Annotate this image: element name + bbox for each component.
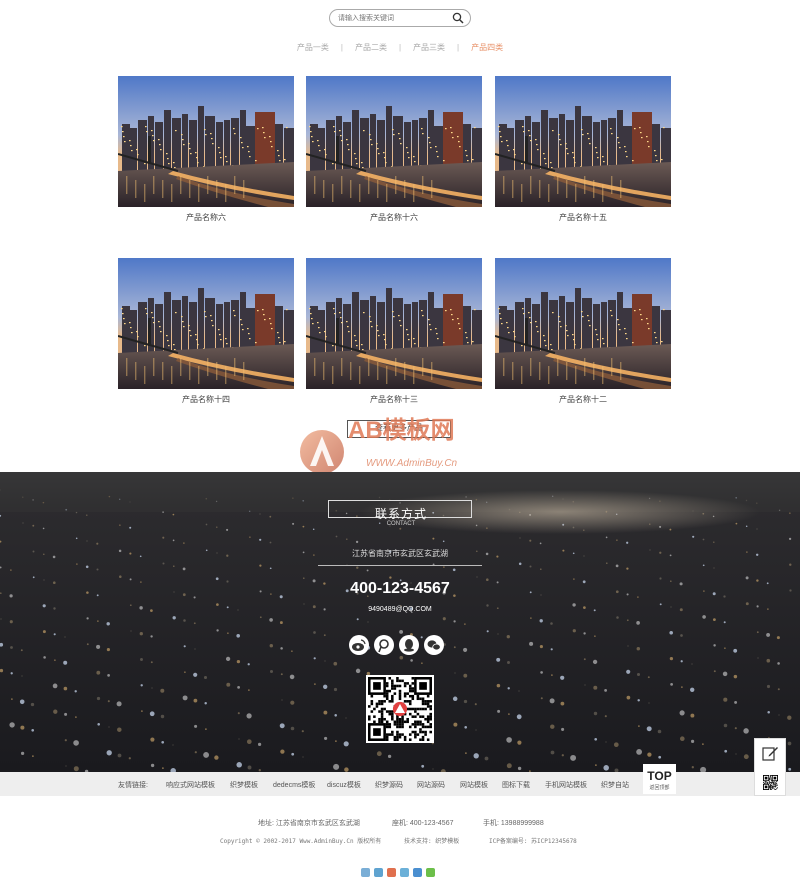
share-qzone-icon[interactable] — [361, 868, 370, 877]
category-tab-2[interactable]: 产品二类 — [343, 42, 399, 53]
category-tab-1[interactable]: 产品一类 — [285, 42, 341, 53]
contact-email: 9490489@QQ.COM — [368, 606, 432, 613]
contact-address: 江苏省南京市玄武区玄武湖 — [318, 548, 482, 566]
side-float-panel — [754, 738, 786, 796]
product-name[interactable]: 产品名称十五 — [495, 212, 671, 223]
product-card[interactable]: 产品名称六 — [118, 76, 294, 223]
search-icon[interactable] — [452, 12, 464, 24]
product-card[interactable]: 产品名称十四 — [118, 258, 294, 405]
watermark-logo: AB模板网 WWW.AdminBuy.Cn — [300, 417, 458, 474]
share-renren-icon[interactable] — [400, 868, 409, 877]
product-image[interactable] — [118, 76, 294, 207]
social-icons — [349, 635, 449, 655]
product-card[interactable]: 产品名称十五 — [495, 76, 671, 223]
contact-subtitle: CONTACT — [386, 521, 416, 527]
contact-section: 联系方式 CONTACT 江苏省南京市玄武区玄武湖 400-123-4567 9… — [0, 472, 800, 772]
footer-mobile: 手机: 13988999988 — [483, 820, 544, 827]
friend-link[interactable]: 织梦源码 — [375, 780, 403, 790]
footer-icp: ICP备案编号: 苏ICP12345678 — [489, 838, 577, 845]
contact-title: 联系方式 — [374, 507, 427, 521]
watermark-url: WWW.AdminBuy.Cn — [366, 458, 458, 469]
weibo-icon[interactable] — [349, 635, 369, 655]
top-label: TOP — [647, 769, 672, 783]
category-nav: 产品一类 | 产品二类 | 产品三类 | 产品四类 — [0, 42, 800, 53]
friend-link[interactable]: 织梦模板 — [230, 780, 258, 790]
share-weibo-icon[interactable] — [387, 868, 396, 877]
category-tab-3[interactable]: 产品三类 — [401, 42, 457, 53]
search-box — [329, 9, 471, 27]
back-to-top-button[interactable]: TOP 返回顶部 — [643, 764, 676, 794]
friend-link[interactable]: 织梦自站 — [601, 780, 629, 790]
product-name[interactable]: 产品名称十三 — [306, 394, 482, 405]
friend-links-bar: 友情链接: 响应式网站模板 织梦模板 dedecms模板 discuz模板 织梦… — [0, 772, 800, 796]
qr-code-icon[interactable] — [761, 773, 780, 792]
friend-links-label: 友情链接: — [118, 782, 148, 789]
product-image[interactable] — [306, 258, 482, 389]
friend-link[interactable]: 响应式网站模板 — [166, 780, 215, 790]
share-douban-icon[interactable] — [413, 868, 422, 877]
product-image[interactable] — [118, 258, 294, 389]
friend-link[interactable]: dedecms模板 — [273, 780, 315, 790]
friend-link[interactable]: 网站源码 — [417, 780, 445, 790]
product-name[interactable]: 产品名称十六 — [306, 212, 482, 223]
watermark-brand: AB模板网 — [348, 417, 455, 444]
friend-link[interactable]: 网站模板 — [460, 780, 488, 790]
footer-copyright: Copyright © 2002-2017 Www.AdminBuy.Cn 版权… — [220, 838, 382, 845]
contact-phone: 400-123-4567 — [350, 580, 450, 597]
search-input[interactable] — [338, 12, 448, 25]
footer-tel: 座机: 400-123-4567 — [392, 820, 454, 827]
friend-link[interactable]: 手机网站模板 — [545, 780, 587, 790]
footer-tech-support: 技术支持: 织梦模板 — [404, 838, 460, 845]
product-image[interactable] — [495, 258, 671, 389]
product-card[interactable]: 产品名称十六 — [306, 76, 482, 223]
friend-link[interactable]: discuz模板 — [327, 780, 361, 790]
edit-icon[interactable] — [762, 745, 779, 762]
contact-title-box: 联系方式 CONTACT — [328, 500, 472, 527]
footer-share-icons — [361, 864, 439, 877]
category-tab-4[interactable]: 产品四类 — [459, 42, 515, 53]
top-sub-label: 返回顶部 — [649, 785, 670, 791]
share-wechat-icon[interactable] — [426, 868, 435, 877]
product-name[interactable]: 产品名称十二 — [495, 394, 671, 405]
wechat-icon[interactable] — [424, 635, 444, 655]
product-card[interactable]: 产品名称十三 — [306, 258, 482, 405]
footer-address: 地址: 江苏省南京市玄武区玄武湖 — [258, 820, 360, 827]
share-tencent-icon[interactable] — [374, 868, 383, 877]
tencent-weibo-icon[interactable] — [374, 635, 394, 655]
friend-link[interactable]: 图标下载 — [502, 780, 530, 790]
product-name[interactable]: 产品名称十四 — [118, 394, 294, 405]
product-card[interactable]: 产品名称十二 — [495, 258, 671, 405]
product-image[interactable] — [495, 76, 671, 207]
product-image[interactable] — [306, 76, 482, 207]
product-name[interactable]: 产品名称六 — [118, 212, 294, 223]
qr-code — [366, 675, 434, 743]
page: 产品一类|产品二类|产品三类|产品四类 产品名称六 产品名称十六 产品名称十五 … — [0, 0, 800, 889]
qq-icon[interactable] — [399, 635, 419, 655]
